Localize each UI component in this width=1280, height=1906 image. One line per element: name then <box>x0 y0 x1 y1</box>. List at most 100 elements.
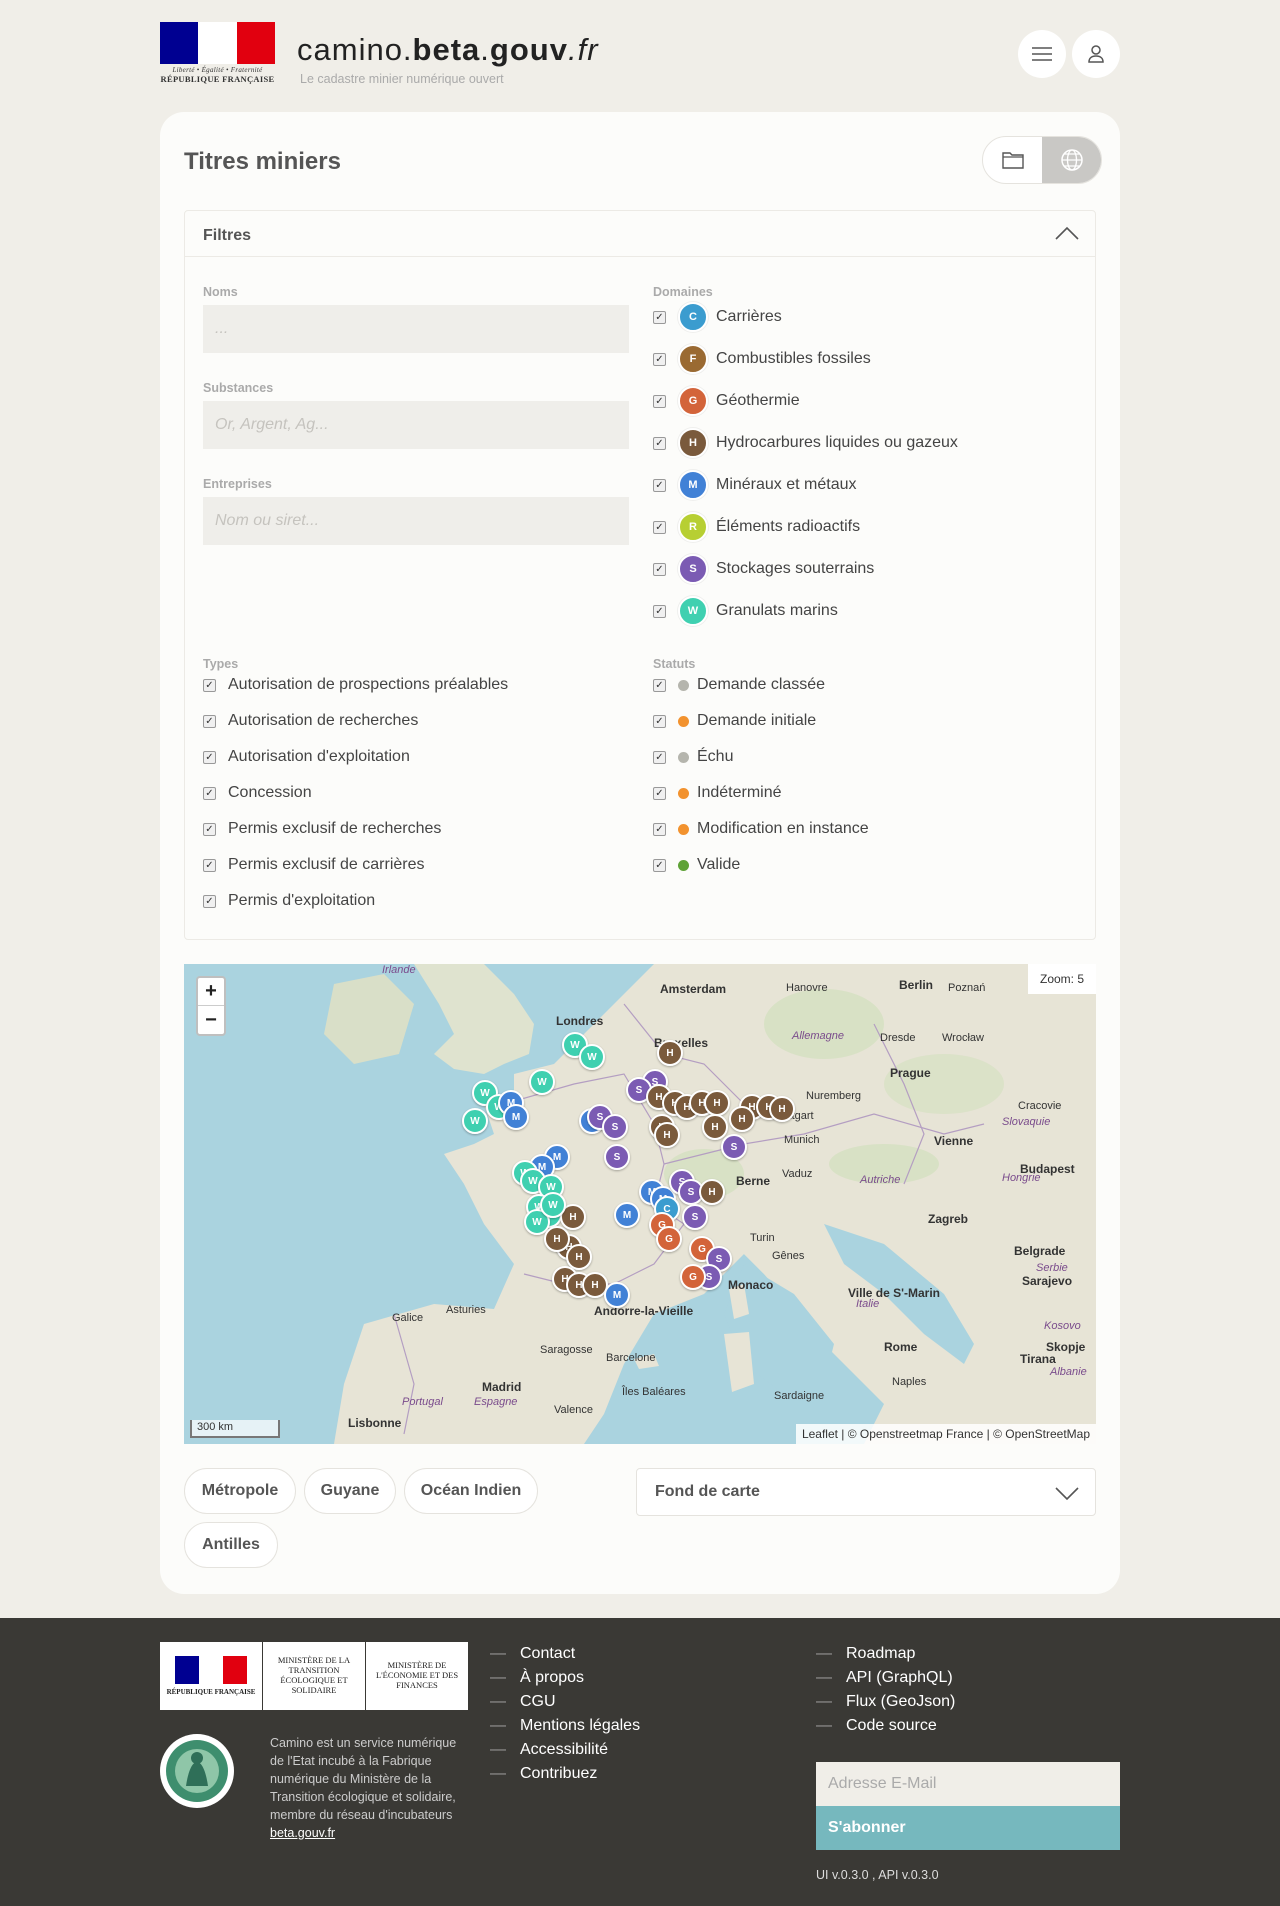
map-marker-w-icon[interactable]: W <box>462 1108 488 1134</box>
checkbox-check-icon[interactable]: ✓ <box>203 822 216 836</box>
footer-link[interactable]: — Contact <box>490 1642 640 1666</box>
map-marker-m-icon[interactable]: M <box>614 1202 640 1228</box>
checkbox-check-icon[interactable]: ✓ <box>653 394 666 408</box>
type-checkbox[interactable]: ✓ Autorisation de prospections préalables <box>203 673 508 697</box>
footer-link[interactable]: — Flux (GeoJson) <box>816 1690 955 1714</box>
map-marker-h-icon[interactable]: H <box>769 1096 795 1122</box>
map-marker-h-icon[interactable]: H <box>657 1040 683 1066</box>
map-marker-h-icon[interactable]: H <box>729 1106 755 1132</box>
footer-link[interactable]: — Roadmap <box>816 1642 955 1666</box>
region-ocean-indien-button[interactable]: Océan Indien <box>404 1468 538 1514</box>
domaine-checkbox[interactable]: ✓ R Éléments radioactifs <box>653 511 860 543</box>
map-marker-h-icon[interactable]: H <box>702 1114 728 1140</box>
checkbox-check-icon[interactable]: ✓ <box>653 352 666 366</box>
footer-rf-logo[interactable]: RÉPUBLIQUE FRANÇAISE <box>160 1642 262 1710</box>
checkbox-check-icon[interactable]: ✓ <box>653 678 666 692</box>
domaine-checkbox[interactable]: ✓ F Combustibles fossiles <box>653 343 871 375</box>
fabrique-numerique-logo[interactable] <box>160 1734 234 1808</box>
statut-checkbox[interactable]: ✓ Demande classée <box>653 673 825 697</box>
region-metropole-button[interactable]: Métropole <box>184 1468 296 1514</box>
menu-button[interactable] <box>1018 30 1066 78</box>
domaine-checkbox[interactable]: ✓ M Minéraux et métaux <box>653 469 857 501</box>
republique-francaise-logo[interactable]: Liberté • Égalité • Fraternité RÉPUBLIQU… <box>160 22 275 84</box>
zoom-out-button[interactable]: − <box>198 1006 224 1034</box>
map-view-button[interactable] <box>1042 137 1101 183</box>
map-marker-h-icon[interactable]: H <box>544 1226 570 1252</box>
region-antilles-button[interactable]: Antilles <box>184 1522 278 1568</box>
map-marker-h-icon[interactable]: H <box>699 1179 725 1205</box>
map-marker-s-icon[interactable]: S <box>602 1114 628 1140</box>
chevron-up-icon[interactable] <box>1055 225 1079 241</box>
checkbox-check-icon[interactable]: ✓ <box>203 750 216 764</box>
list-view-button[interactable] <box>983 137 1042 183</box>
map-marker-w-icon[interactable]: W <box>540 1192 566 1218</box>
map-marker-w-icon[interactable]: W <box>529 1069 555 1095</box>
user-button[interactable] <box>1072 30 1120 78</box>
ministere-transition-logo[interactable]: MINISTÈRE DE LA TRANSITION ÉCOLOGIQUE ET… <box>263 1642 365 1710</box>
type-checkbox[interactable]: ✓ Concession <box>203 781 312 805</box>
domaine-checkbox[interactable]: ✓ C Carrières <box>653 301 782 333</box>
fond-de-carte-select[interactable]: Fond de carte <box>636 1468 1096 1516</box>
site-brand[interactable]: camino.beta.gouv.fr <box>297 32 599 68</box>
map-attribution[interactable]: Leaflet | © Openstreetmap France | © Ope… <box>795 1424 1096 1444</box>
checkbox-check-icon[interactable]: ✓ <box>653 714 666 728</box>
map-marker-m-icon[interactable]: M <box>503 1104 529 1130</box>
checkbox-check-icon[interactable]: ✓ <box>653 520 666 534</box>
footer-link[interactable]: — Mentions légales <box>490 1714 640 1738</box>
domaine-checkbox[interactable]: ✓ S Stockages souterrains <box>653 553 874 585</box>
domaine-checkbox[interactable]: ✓ W Granulats marins <box>653 595 838 627</box>
checkbox-check-icon[interactable]: ✓ <box>203 714 216 728</box>
footer-link[interactable]: — Code source <box>816 1714 955 1738</box>
type-checkbox[interactable]: ✓ Permis exclusif de recherches <box>203 817 441 841</box>
map-marker-s-icon[interactable]: S <box>604 1144 630 1170</box>
domaine-checkbox[interactable]: ✓ G Géothermie <box>653 385 800 417</box>
beta-gouv-link[interactable]: beta.gouv.fr <box>270 1826 335 1840</box>
zoom-in-button[interactable]: + <box>198 978 224 1006</box>
region-guyane-button[interactable]: Guyane <box>304 1468 396 1514</box>
checkbox-check-icon[interactable]: ✓ <box>203 678 216 692</box>
map-marker-s-icon[interactable]: S <box>721 1134 747 1160</box>
map-marker-h-icon[interactable]: H <box>654 1122 680 1148</box>
entreprises-input[interactable]: Nom ou siret... <box>203 497 629 545</box>
checkbox-check-icon[interactable]: ✓ <box>653 562 666 576</box>
titres-map[interactable]: Irlande Londres Amsterdam Bruxelles Berlin Ha… <box>184 964 1096 1444</box>
statut-checkbox[interactable]: ✓ Modification en instance <box>653 817 869 841</box>
map-marker-h-icon[interactable]: H <box>704 1090 730 1116</box>
statut-checkbox[interactable]: ✓ Indéterminé <box>653 781 782 805</box>
statut-checkbox[interactable]: ✓ Échu <box>653 745 733 769</box>
type-checkbox[interactable]: ✓ Permis exclusif de carrières <box>203 853 425 877</box>
type-checkbox[interactable]: ✓ Autorisation d'exploitation <box>203 745 410 769</box>
noms-input[interactable]: ... <box>203 305 629 353</box>
filters-header[interactable]: Filtres <box>185 211 1095 257</box>
map-marker-m-icon[interactable]: M <box>604 1282 630 1308</box>
checkbox-check-icon[interactable]: ✓ <box>653 786 666 800</box>
map-marker-s-icon[interactable]: S <box>682 1204 708 1230</box>
type-checkbox[interactable]: ✓ Autorisation de recherches <box>203 709 418 733</box>
checkbox-check-icon[interactable]: ✓ <box>653 858 666 872</box>
checkbox-check-icon[interactable]: ✓ <box>203 786 216 800</box>
checkbox-check-icon[interactable]: ✓ <box>653 310 666 324</box>
checkbox-check-icon[interactable]: ✓ <box>653 750 666 764</box>
checkbox-check-icon[interactable]: ✓ <box>653 822 666 836</box>
type-checkbox[interactable]: ✓ Permis d'exploitation <box>203 889 375 913</box>
checkbox-check-icon[interactable]: ✓ <box>203 894 216 908</box>
domaine-checkbox[interactable]: ✓ H Hydrocarbures liquides ou gazeux <box>653 427 958 459</box>
email-input[interactable]: Adresse E-Mail <box>816 1762 1120 1806</box>
map-marker-g-icon[interactable]: G <box>656 1226 682 1252</box>
subscribe-button[interactable]: S'abonner <box>816 1806 1120 1850</box>
checkbox-check-icon[interactable]: ✓ <box>653 436 666 450</box>
map-marker-g-icon[interactable]: G <box>680 1264 706 1290</box>
footer-link[interactable]: — CGU <box>490 1690 640 1714</box>
map-marker-w-icon[interactable]: W <box>579 1044 605 1070</box>
footer-link[interactable]: — À propos <box>490 1666 640 1690</box>
checkbox-check-icon[interactable]: ✓ <box>653 478 666 492</box>
substances-input[interactable]: Or, Argent, Ag... <box>203 401 629 449</box>
ministere-economie-logo[interactable]: MINISTÈRE DE L'ÉCONOMIE ET DES FINANCES <box>366 1642 468 1710</box>
footer-link[interactable]: — Contribuez <box>490 1762 640 1786</box>
footer-link[interactable]: — API (GraphQL) <box>816 1666 955 1690</box>
checkbox-check-icon[interactable]: ✓ <box>203 858 216 872</box>
footer-link[interactable]: — Accessibilité <box>490 1738 640 1762</box>
statut-checkbox[interactable]: ✓ Valide <box>653 853 740 877</box>
statut-checkbox[interactable]: ✓ Demande initiale <box>653 709 816 733</box>
checkbox-check-icon[interactable]: ✓ <box>653 604 666 618</box>
